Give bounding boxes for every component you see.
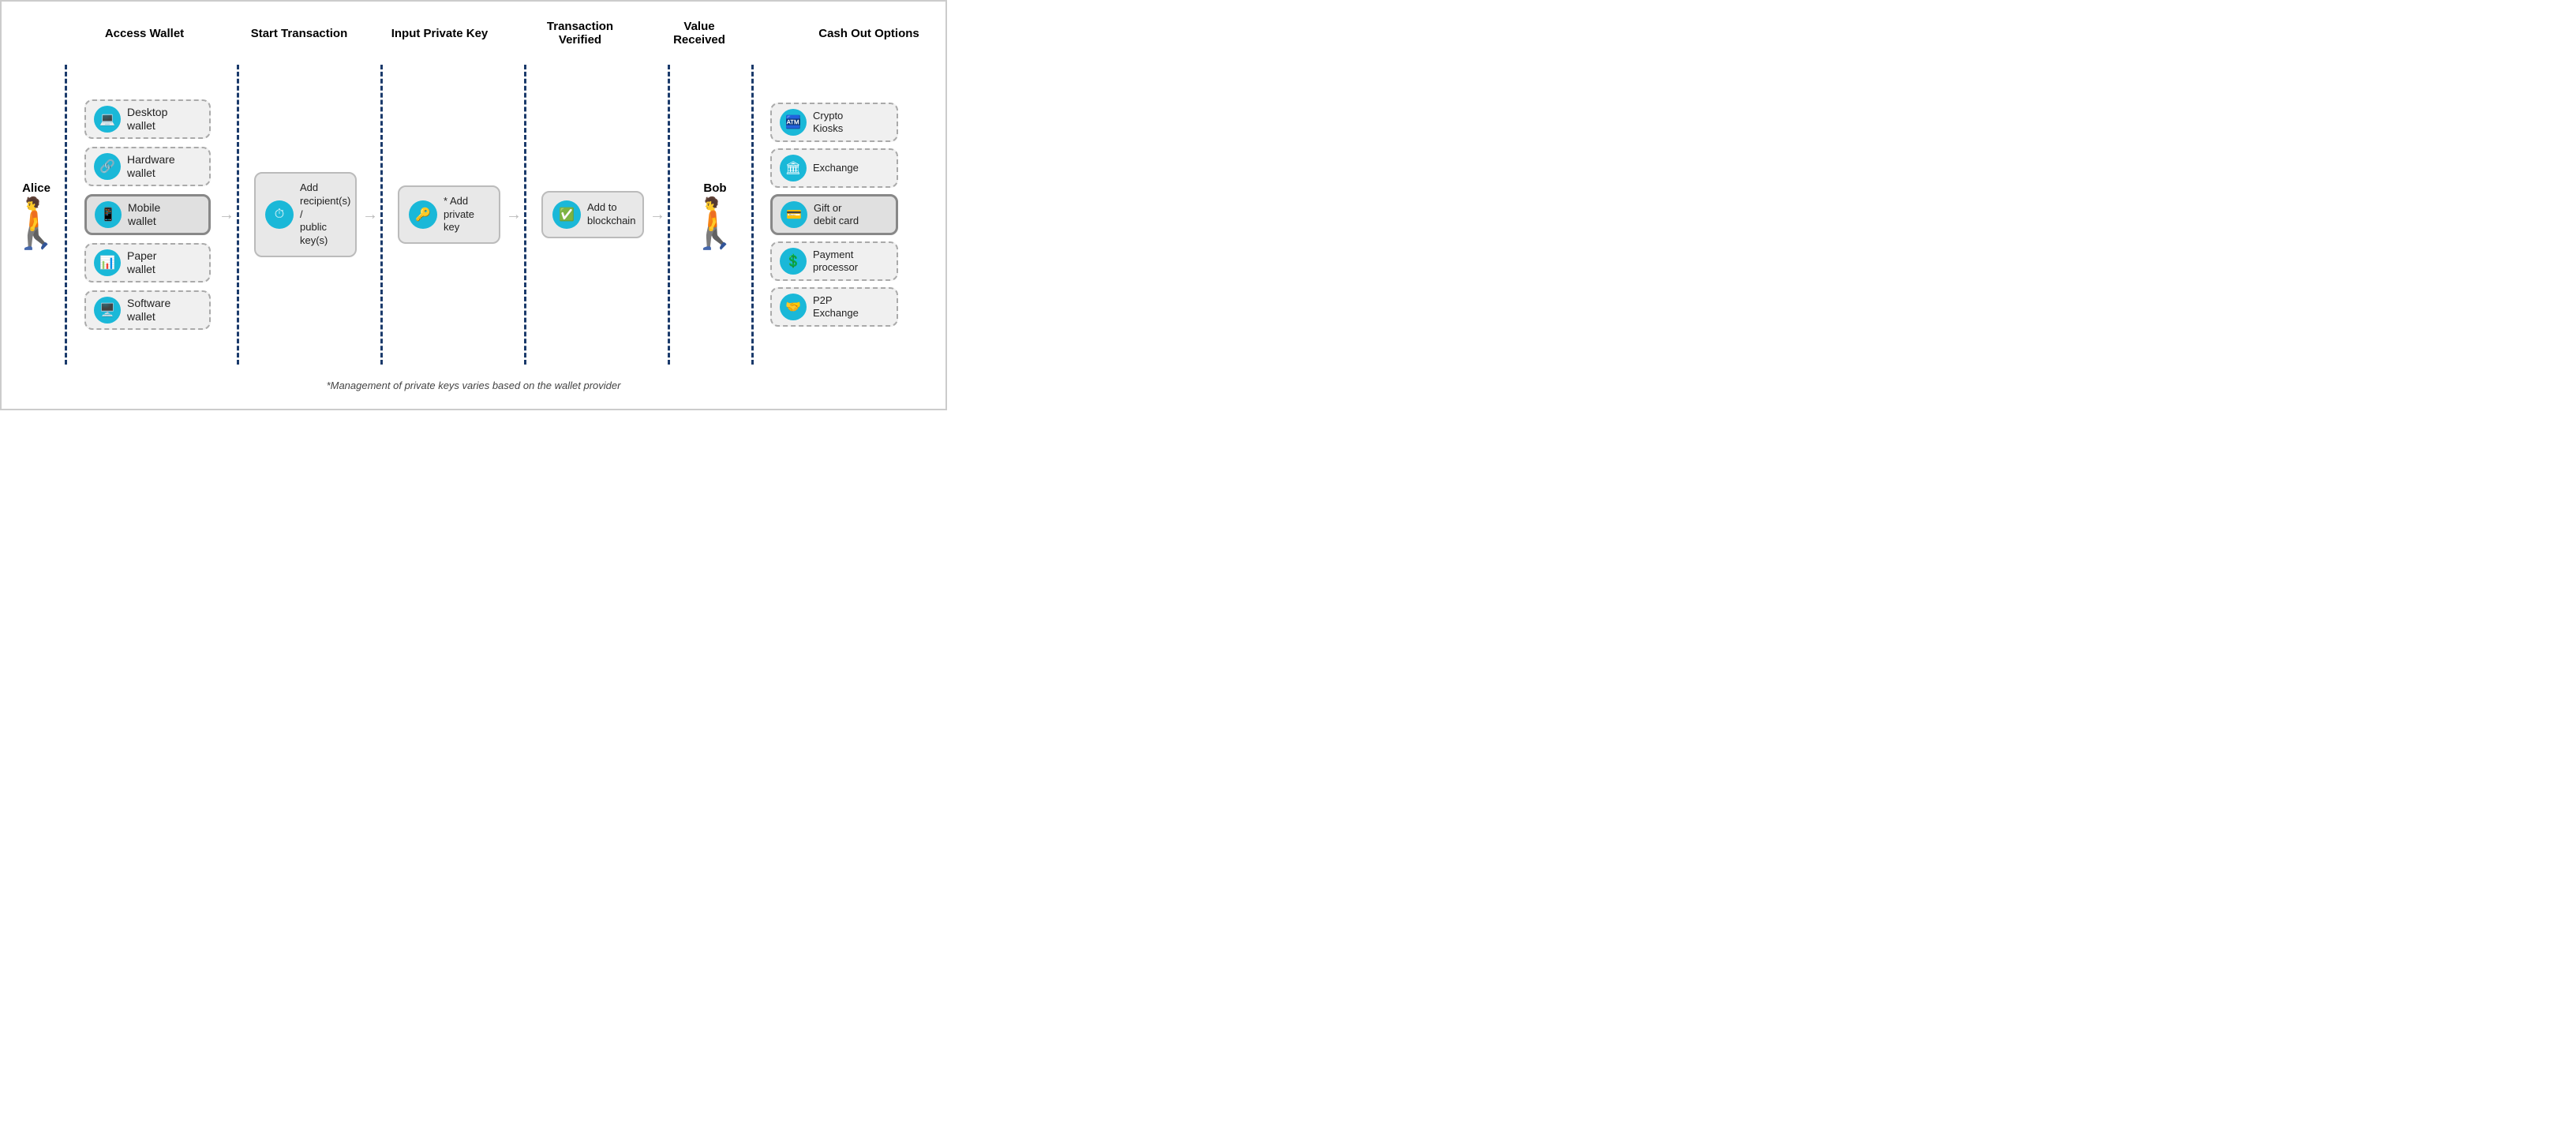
transaction-verified-label: Add to blockchain [587, 201, 635, 228]
start-transaction-label: Add recipient(s) / public key(s) [300, 181, 350, 248]
cashout-column: 🏧 Crypto Kiosks 🏛 Exchange 💳 Gift or deb… [764, 99, 904, 330]
payment-processor-label: Payment processor [813, 249, 858, 273]
gift-debit-card-label: Gift or debit card [814, 202, 859, 226]
transaction-verified-icon: ✅ [552, 200, 581, 229]
crypto-kiosks: 🏧 Crypto Kiosks [770, 103, 898, 142]
p2p-exchange-icon: 🤝 [780, 294, 807, 320]
bob-label: Bob [703, 181, 726, 195]
crypto-kiosks-icon: 🏧 [780, 109, 807, 136]
hardware-wallet: 🔗 Hardware wallet [84, 147, 211, 186]
divider-2 [237, 65, 248, 365]
divider-4 [524, 65, 535, 365]
divider-3 [380, 65, 391, 365]
alice-figure: 🚶 [6, 200, 66, 249]
desktop-wallet: 💻 Desktop wallet [84, 99, 211, 139]
input-private-key-label: * Add private key [444, 195, 489, 235]
transaction-verified-box: ✅ Add to blockchain [541, 191, 644, 238]
bob-figure: 🚶 [684, 200, 745, 249]
input-private-key-icon: 🔑 [409, 200, 437, 229]
start-transaction-header: Start Transaction [243, 17, 355, 57]
diagram: Access Wallet Start Transaction Input Pr… [9, 17, 938, 393]
paper-wallet: 📊 Paper wallet [84, 243, 211, 282]
divider-1 [65, 65, 76, 365]
transaction-verified-header: Transaction Verified [524, 17, 636, 57]
hardware-wallet-icon: 🔗 [94, 153, 121, 180]
input-private-key-col: 🔑 * Add private key [393, 185, 505, 245]
paper-wallet-icon: 📊 [94, 249, 121, 276]
p2p-exchange-label: P2P Exchange [813, 294, 859, 319]
exchange: 🏛 Exchange [770, 148, 898, 188]
divider-6 [751, 65, 762, 365]
value-received-header: Value Received [665, 17, 734, 57]
software-wallet: 🖥️ Software wallet [84, 290, 211, 330]
gift-debit-card: 💳 Gift or debit card [770, 194, 898, 235]
start-transaction-icon: ⏱ [265, 200, 294, 229]
wallet-column: 💻 Desktop wallet 🔗 Hardware wallet 📱 Mob… [77, 95, 218, 334]
software-wallet-icon: 🖥️ [94, 297, 121, 324]
payment-processor: 💲 Payment processor [770, 241, 898, 281]
transaction-verified-col: ✅ Add to blockchain [537, 191, 649, 238]
p2p-exchange: 🤝 P2P Exchange [770, 287, 898, 327]
mobile-wallet-icon: 📱 [95, 201, 122, 228]
exchange-label: Exchange [813, 162, 859, 174]
access-wallet-header: Access Wallet [74, 17, 215, 57]
software-wallet-label: Software wallet [127, 297, 170, 324]
gift-debit-card-icon: 💳 [781, 201, 807, 228]
desktop-wallet-label: Desktop wallet [127, 106, 167, 133]
hardware-wallet-label: Hardware wallet [127, 153, 175, 180]
cash-out-header: Cash Out Options [799, 17, 939, 57]
desktop-wallet-icon: 💻 [94, 106, 121, 133]
alice-label: Alice [22, 181, 51, 195]
divider-5 [668, 65, 679, 365]
mobile-wallet-label: Mobile wallet [128, 201, 160, 228]
mobile-wallet: 📱 Mobile wallet [84, 194, 211, 235]
arrow-3: → [505, 206, 522, 224]
arrow-2: → [361, 206, 379, 224]
input-private-key-header: Input Private Key [384, 17, 496, 57]
arrow-4: → [649, 206, 666, 224]
exchange-icon: 🏛 [780, 155, 807, 181]
paper-wallet-label: Paper wallet [127, 249, 156, 276]
arrow-1: → [218, 206, 235, 224]
start-transaction-box: ⏱ Add recipient(s) / public key(s) [254, 172, 357, 257]
crypto-kiosks-label: Crypto Kiosks [813, 110, 843, 134]
input-private-key-box: 🔑 * Add private key [398, 185, 500, 245]
start-transaction-col: ⏱ Add recipient(s) / public key(s) [249, 172, 361, 257]
payment-processor-icon: 💲 [780, 248, 807, 275]
footnote: *Management of private keys varies based… [327, 380, 621, 391]
